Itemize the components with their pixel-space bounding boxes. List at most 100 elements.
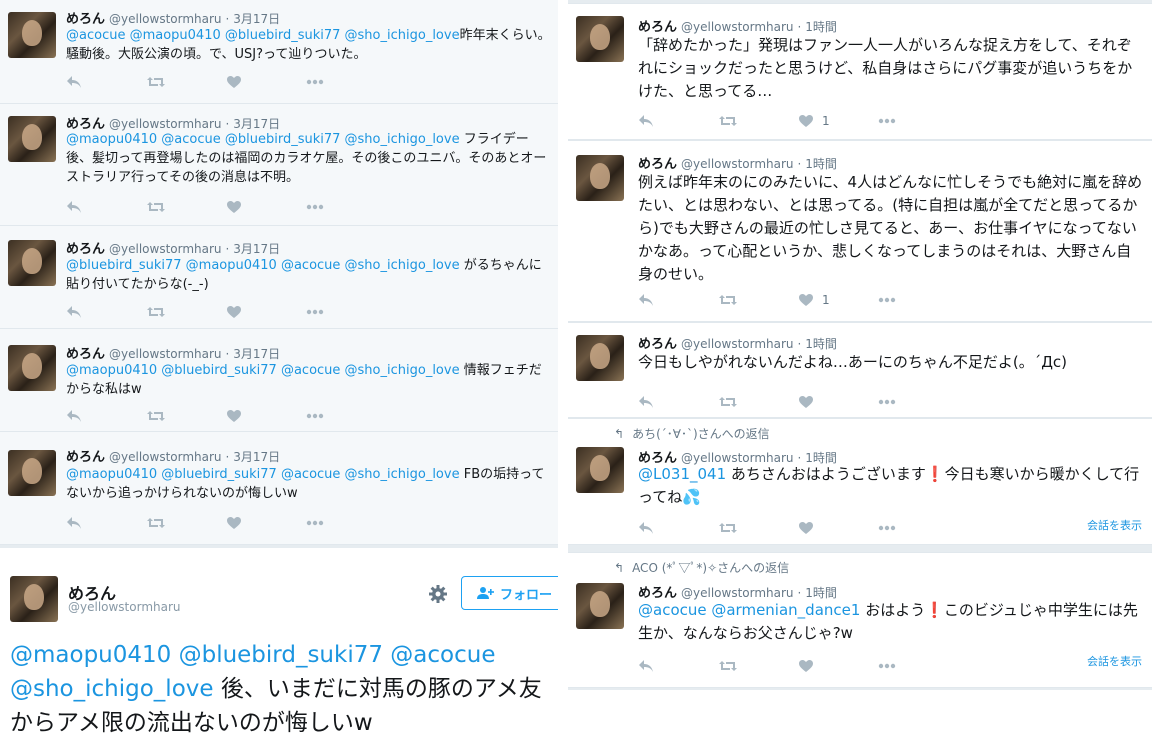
show-conversation-link[interactable]: 会話を表示	[1087, 653, 1142, 669]
tweet[interactable]: めろん @yellowstormharu · 1時間 例えば昨年末のにのみたいに、4…	[568, 140, 1152, 322]
reply-context[interactable]: ↰ ACO (*ﾟ▽ﾟ*)✧さんへの返信	[614, 559, 789, 576]
retweet-icon[interactable]	[146, 200, 226, 214]
heart-icon[interactable]	[226, 305, 306, 319]
retweet-icon[interactable]	[718, 521, 798, 535]
heart-icon[interactable]	[798, 395, 878, 409]
heart-icon[interactable]: 1	[798, 293, 878, 307]
tweet-mentions[interactable]: @maopu0410 @bluebird_suki77 @acocue @sho…	[66, 467, 460, 482]
tweet[interactable]: めろん @yellowstormharu · 1時間 「辞めたかった」発現はファン一…	[568, 3, 1152, 140]
tweet[interactable]: めろん @yellowstormharu · 3月17日 @bluebird_suk…	[0, 226, 558, 329]
avatar[interactable]	[8, 12, 56, 58]
tweet-time[interactable]: 1時間	[805, 157, 837, 171]
avatar[interactable]	[576, 155, 624, 201]
tweet-author-name[interactable]: めろん	[638, 20, 677, 35]
tweet-mentions[interactable]: @bluebird_suki77 @maopu0410 @acocue @sho…	[66, 258, 460, 273]
tweet-mentions[interactable]: @acocue @armenian_dance1	[638, 601, 860, 619]
avatar[interactable]	[576, 583, 624, 629]
permalink-author-handle[interactable]: @yellowstormharu	[68, 600, 181, 614]
heart-icon[interactable]: 1	[798, 114, 878, 128]
retweet-icon[interactable]	[718, 114, 798, 128]
tweet-author-name[interactable]: めろん	[66, 242, 105, 257]
heart-icon[interactable]	[226, 409, 306, 423]
reply-icon[interactable]	[638, 395, 718, 409]
reply-icon[interactable]	[66, 409, 146, 423]
tweet-author-handle[interactable]: @yellowstormharu	[109, 117, 222, 131]
tweet-time[interactable]: 1時間	[805, 586, 837, 600]
reply-context[interactable]: ↰ あち(´･∀･`)さんへの返信	[614, 425, 770, 442]
tweet-author-name[interactable]: めろん	[66, 347, 105, 362]
tweet-time[interactable]: 3月17日	[233, 117, 280, 131]
avatar[interactable]	[8, 450, 56, 496]
heart-icon[interactable]	[798, 659, 878, 673]
more-icon[interactable]	[878, 118, 958, 124]
tweet-mentions[interactable]: @acocue @maopu0410 @bluebird_suki77 @sho…	[66, 28, 460, 43]
reply-icon[interactable]	[66, 75, 146, 89]
tweet[interactable]: ↰ あち(´･∀･`)さんへの返信 めろん @yellowstormharu · 1時…	[568, 418, 1152, 545]
more-icon[interactable]	[306, 520, 386, 526]
tweet[interactable]: めろん @yellowstormharu · 3月17日 @maopu0410 @b…	[0, 329, 558, 432]
tweet-time[interactable]: 3月17日	[233, 347, 280, 361]
tweet-author-handle[interactable]: @yellowstormharu	[109, 347, 222, 361]
tweet[interactable]: ↰ ACO (*ﾟ▽ﾟ*)✧さんへの返信 めろん @yellowstormharu ·…	[568, 552, 1152, 688]
tweet[interactable]: めろん @yellowstormharu · 3月17日 @maopu0410 @a…	[0, 104, 558, 226]
show-conversation-link[interactable]: 会話を表示	[1087, 517, 1142, 533]
tweet-author-name[interactable]: めろん	[66, 12, 105, 27]
tweet-author-handle[interactable]: @yellowstormharu	[109, 242, 222, 256]
retweet-icon[interactable]	[718, 293, 798, 307]
reply-icon[interactable]	[638, 114, 718, 128]
tweet-time[interactable]: 1時間	[805, 337, 837, 351]
retweet-icon[interactable]	[146, 409, 226, 423]
avatar[interactable]	[8, 345, 56, 391]
tweet-mentions[interactable]: @maopu0410 @acocue @bluebird_suki77 @sho…	[66, 132, 460, 147]
retweet-icon[interactable]	[146, 516, 226, 530]
more-icon[interactable]	[306, 204, 386, 210]
more-icon[interactable]	[878, 399, 958, 405]
tweet-author-name[interactable]: めろん	[638, 157, 677, 172]
reply-icon[interactable]	[66, 516, 146, 530]
tweet-time[interactable]: 1時間	[805, 20, 837, 34]
tweet-author-handle[interactable]: @yellowstormharu	[109, 12, 222, 26]
avatar[interactable]	[10, 576, 58, 622]
more-icon[interactable]	[306, 413, 386, 419]
tweet-author-handle[interactable]: @yellowstormharu	[681, 20, 794, 34]
tweet-time[interactable]: 3月17日	[233, 450, 280, 464]
reply-icon[interactable]	[66, 200, 146, 214]
avatar[interactable]	[576, 335, 624, 381]
tweet-author-handle[interactable]: @yellowstormharu	[681, 337, 794, 351]
tweet-author-handle[interactable]: @yellowstormharu	[681, 586, 794, 600]
tweet[interactable]: めろん @yellowstormharu · 1時間 今日もしやがれないんだよね…あ…	[568, 322, 1152, 418]
gear-icon[interactable]	[428, 584, 448, 608]
tweet-mentions[interactable]: @maopu0410 @bluebird_suki77 @acocue @sho…	[66, 363, 460, 378]
avatar[interactable]	[8, 240, 56, 286]
heart-icon[interactable]	[226, 516, 306, 530]
reply-icon[interactable]	[638, 293, 718, 307]
retweet-icon[interactable]	[146, 75, 226, 89]
reply-icon[interactable]	[66, 305, 146, 319]
avatar[interactable]	[576, 16, 624, 62]
retweet-icon[interactable]	[146, 305, 226, 319]
tweet[interactable]: めろん @yellowstormharu · 3月17日 @acocue @maop…	[0, 0, 558, 104]
tweet-time[interactable]: 3月17日	[233, 242, 280, 256]
reply-icon[interactable]	[638, 659, 718, 673]
tweet-mentions[interactable]: @L031_041	[638, 465, 726, 483]
heart-icon[interactable]	[226, 200, 306, 214]
tweet-author-name[interactable]: めろん	[638, 337, 677, 352]
tweet-time[interactable]: 3月17日	[233, 12, 280, 26]
retweet-icon[interactable]	[718, 659, 798, 673]
follow-button[interactable]: フォロー	[461, 576, 558, 610]
tweet-author-handle[interactable]: @yellowstormharu	[681, 157, 794, 171]
more-icon[interactable]	[878, 297, 958, 303]
more-icon[interactable]	[878, 663, 958, 669]
heart-icon[interactable]	[226, 75, 306, 89]
avatar[interactable]	[8, 116, 56, 162]
retweet-icon[interactable]	[718, 395, 798, 409]
more-icon[interactable]	[306, 309, 386, 315]
tweet-author-handle[interactable]: @yellowstormharu	[109, 450, 222, 464]
tweet-author-name[interactable]: めろん	[66, 450, 105, 465]
more-icon[interactable]	[878, 525, 958, 531]
more-icon[interactable]	[306, 79, 386, 85]
avatar[interactable]	[576, 447, 624, 493]
tweet[interactable]: めろん @yellowstormharu · 3月17日 @maopu0410 @b…	[0, 432, 558, 545]
reply-icon[interactable]	[638, 521, 718, 535]
heart-icon[interactable]	[798, 521, 878, 535]
